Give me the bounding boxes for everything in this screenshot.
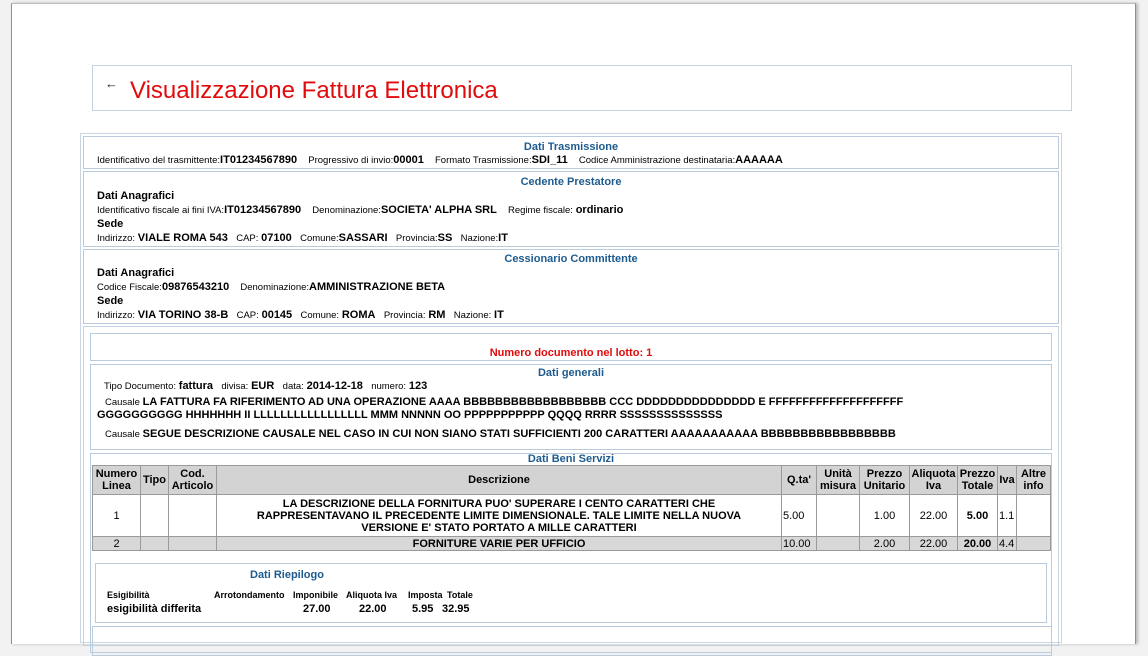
- dati-generali-line: Tipo Documento: fattura divisa: EUR data…: [104, 380, 428, 392]
- trasmissione-line: Identificativo del trasmittente:IT012345…: [97, 154, 783, 166]
- next-section-stub: [92, 626, 1052, 656]
- causale-1-cont: GGGGGGGGGG HHHHHHH II LLLLLLLLLLLLLLLLL …: [97, 409, 723, 421]
- col-descrizione: Descrizione: [216, 465, 782, 495]
- col-numero-linea: Numero Linea: [92, 465, 141, 495]
- body-wrapper: Numero documento nel lotto: 1 Dati gener…: [83, 326, 1059, 656]
- cessionario-anagrafici-line: Codice Fiscale:09876543210 Denominazione…: [97, 281, 446, 293]
- cedente-title: Cedente Prestatore: [520, 176, 622, 188]
- col-qta: Q.ta': [781, 465, 817, 495]
- col-tipo: Tipo: [140, 465, 169, 495]
- riepilogo-totale: 32.95: [442, 603, 470, 615]
- col-prezzo-totale: Prezzo Totale: [957, 465, 998, 495]
- riepilogo-h-imposta: Imposta: [408, 590, 443, 600]
- col-aliquota-iva: Aliquota Iva: [909, 465, 958, 495]
- title-box: ← Visualizzazione Fattura Elettronica: [92, 65, 1072, 111]
- lotto-title: Numero documento nel lotto: 1: [489, 347, 653, 359]
- dati-generali-section: Dati generali Tipo Documento: fattura di…: [90, 364, 1052, 450]
- riepilogo-aliquota: 22.00: [359, 603, 387, 615]
- cedente-sede-line: Indirizzo: VIALE ROMA 543 CAP: 07100 Com…: [97, 232, 508, 244]
- col-iva: Iva: [997, 465, 1017, 495]
- cessionario-committente-section: Cessionario Committente Dati Anagrafici …: [83, 249, 1059, 324]
- riepilogo-h-totale: Totale: [447, 590, 473, 600]
- cedente-prestatore-section: Cedente Prestatore Dati Anagrafici Ident…: [83, 171, 1059, 247]
- row-description: LA DESCRIZIONE DELLA FORNITURA PUO' SUPE…: [216, 494, 782, 537]
- causale-1: Causale LA FATTURA FA RIFERIMENTO AD UNA…: [105, 396, 904, 408]
- col-altre-info: Altre info: [1016, 465, 1051, 495]
- dati-riepilogo-section: Dati Riepilogo Esigibilità Arrotondament…: [95, 563, 1047, 623]
- causale-2: Causale SEGUE DESCRIZIONE CAUSALE NEL CA…: [105, 428, 896, 440]
- table-row: 2 FORNITURE VARIE PER UFFICIO 10.00 2.00…: [92, 536, 1051, 551]
- riepilogo-imposta: 5.95: [412, 603, 434, 615]
- dati-trasmissione-title: Dati Trasmissione: [523, 141, 619, 153]
- riepilogo-title: Dati Riepilogo: [250, 569, 324, 581]
- lotto-section: Numero documento nel lotto: 1: [90, 333, 1052, 361]
- riepilogo-esigibilita: esigibilità differita: [107, 603, 202, 615]
- cedente-anagrafici-line: Identificativo fiscale ai fini IVA:IT012…: [97, 204, 624, 216]
- cessionario-title: Cessionario Committente: [504, 253, 638, 265]
- cessionario-sede-line: Indirizzo: VIA TORINO 38-B CAP: 00145 Co…: [97, 309, 504, 321]
- cessionario-sede-heading: Sede: [97, 295, 124, 307]
- cessionario-anagrafici-heading: Dati Anagrafici: [97, 267, 175, 279]
- col-prezzo-unitario: Prezzo Unitario: [859, 465, 910, 495]
- dati-beni-title: Dati Beni Servizi: [527, 453, 615, 465]
- beni-table: Numero Linea Tipo Cod. Articolo Descrizion…: [92, 465, 1051, 551]
- cedente-sede-heading: Sede: [97, 218, 124, 230]
- back-arrow-icon[interactable]: ←: [105, 77, 118, 90]
- riepilogo-h-aliquota: Aliquota Iva: [346, 590, 398, 600]
- riepilogo-imponibile: 27.00: [303, 603, 331, 615]
- dati-beni-servizi-section: Dati Beni Servizi Numero Linea Tipo Cod. A…: [90, 453, 1052, 656]
- riepilogo-h-arrotondamento: Arrotondamento: [214, 590, 285, 600]
- riepilogo-h-imponibile: Imponibile: [293, 590, 338, 600]
- beni-header-row: Numero Linea Tipo Cod. Articolo Descrizion…: [92, 465, 1051, 495]
- page-title: Visualizzazione Fattura Elettronica: [130, 77, 498, 104]
- table-row: 1 LA DESCRIZIONE DELLA FORNITURA PUO' SU…: [92, 494, 1051, 537]
- invoice-container: Dati Trasmissione Identificativo del tra…: [80, 133, 1062, 656]
- cedente-anagrafici-heading: Dati Anagrafici: [97, 190, 175, 202]
- riepilogo-h-esigibilita: Esigibilità: [107, 590, 150, 600]
- col-unita-misura: Unità misura: [816, 465, 860, 495]
- dati-generali-title: Dati generali: [537, 367, 605, 379]
- col-cod-articolo: Cod. Articolo: [168, 465, 217, 495]
- dati-trasmissione-section: Dati Trasmissione Identificativo del tra…: [83, 136, 1059, 169]
